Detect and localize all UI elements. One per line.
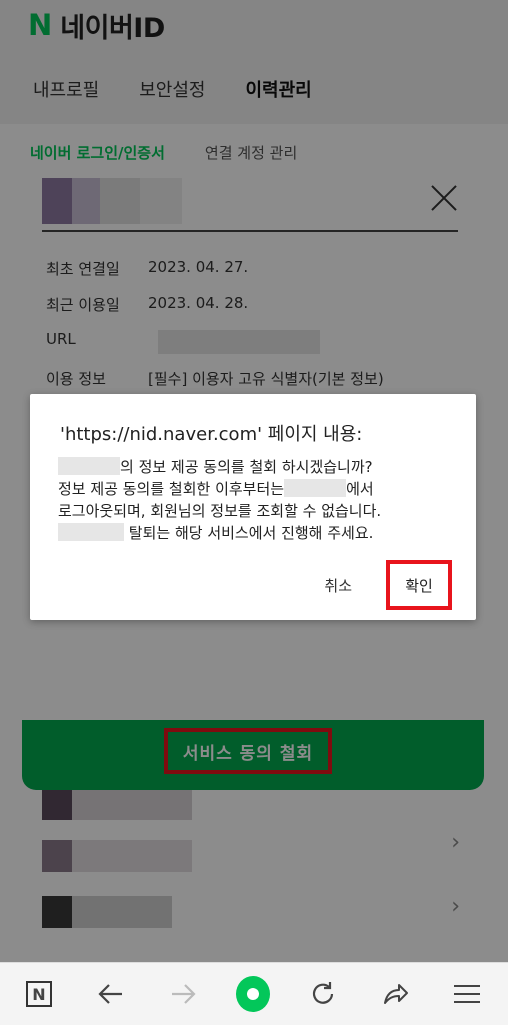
naver-n-box: N: [26, 981, 52, 1007]
forward-arrow-icon[interactable]: [166, 977, 200, 1011]
dialog-line2-suffix: 에서: [346, 480, 374, 498]
home-icon[interactable]: [236, 976, 270, 1012]
confirm-dialog: 'https://nid.naver.com' 페이지 내용: 의 정보 제공 …: [30, 394, 476, 620]
refresh-icon[interactable]: [306, 977, 340, 1011]
back-arrow-icon[interactable]: [94, 977, 128, 1011]
dialog-line3: 로그아웃되며, 회원님의 정보를 조회할 수 없습니다.: [58, 502, 382, 520]
cancel-button[interactable]: 취소: [314, 567, 362, 604]
dialog-message: 의 정보 제공 동의를 철회 하시겠습니까? 정보 제공 동의를 철회한 이후부…: [58, 456, 458, 544]
redacted-service-name: [284, 479, 347, 497]
dialog-title: 'https://nid.naver.com' 페이지 내용:: [60, 424, 363, 445]
naver-n-icon[interactable]: N: [22, 977, 56, 1011]
confirm-button[interactable]: 확인: [386, 560, 452, 610]
browser-toolbar: N: [0, 962, 508, 1025]
dialog-line2-prefix: 정보 제공 동의를 철회한 이후부터는: [58, 480, 285, 498]
dialog-line1: 의 정보 제공 동의를 철회 하시겠습니까?: [120, 458, 373, 476]
dialog-buttons: 취소 확인: [314, 560, 452, 610]
redacted-service-name: [58, 457, 120, 475]
redacted-service-name: [58, 523, 124, 541]
dialog-line4: 탈퇴는 해당 서비스에서 진행해 주세요.: [128, 524, 374, 542]
menu-icon[interactable]: [450, 977, 484, 1011]
share-icon[interactable]: [378, 977, 412, 1011]
